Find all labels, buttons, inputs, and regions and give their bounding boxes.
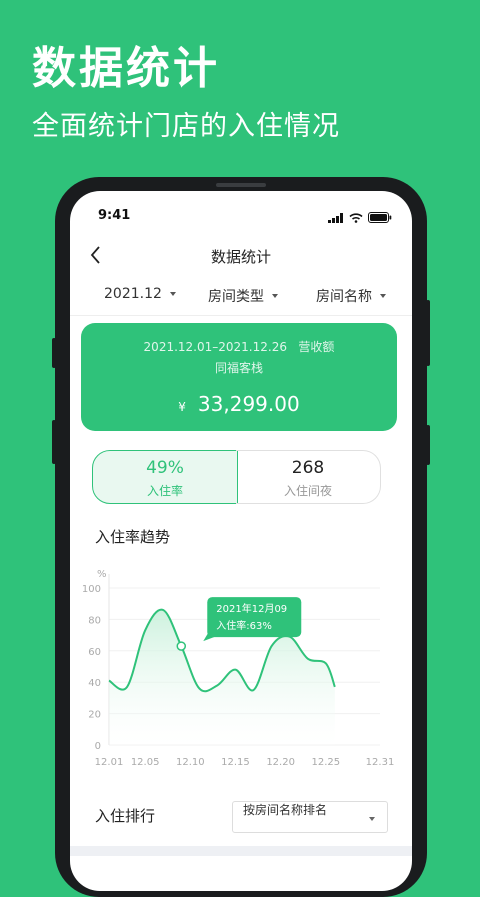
ranking-sort-select[interactable]: 按房间名称排名: [232, 801, 388, 833]
hero-subtitle: 全面统计门店的入住情况: [32, 111, 340, 142]
trend-title: 入住率趋势: [95, 528, 171, 546]
hero-title: 数据统计: [32, 43, 220, 94]
revenue-label: 营收额: [298, 340, 335, 354]
tooltip-date: 2021年12月09: [216, 602, 287, 615]
revenue-period: 2021.12.01–2021.12.26 营收额: [81, 338, 397, 355]
y-tick-label: 40: [88, 678, 101, 689]
occupancy-rate-value: 49%: [146, 458, 184, 478]
x-tick-label: 12.25: [311, 757, 340, 768]
ranking-sort-select-label: 按房间名称排名: [243, 803, 328, 817]
revenue-card: 2021.12.01–2021.12.26 营收额 同福客栈 ¥ 33,299.…: [81, 323, 397, 431]
room-nights-tab[interactable]: 268 入住间夜: [236, 450, 381, 504]
y-tick-label: 60: [88, 647, 101, 658]
signal-icon: [328, 208, 344, 227]
x-tick-label: 12.15: [221, 757, 250, 768]
room-nights-value: 268: [291, 458, 325, 478]
bottom-divider: [70, 846, 412, 856]
revenue-amount-row: ¥ 33,299.00: [81, 392, 397, 416]
page-title: 数据统计: [210, 248, 271, 266]
y-tick-label: 80: [88, 615, 101, 626]
room-type-filter-label: 房间类型: [208, 289, 264, 305]
x-tick-label: 12.01: [95, 757, 124, 768]
occupancy-rate-label: 入住率: [146, 484, 183, 498]
status-icons: [328, 208, 392, 227]
y-axis-unit: %: [97, 569, 107, 580]
phone-side-button: [426, 425, 430, 465]
y-tick-label: 20: [88, 710, 101, 721]
revenue-period-range: 2021.12.01–2021.12.26: [143, 340, 287, 354]
revenue-amount: 33,299.00: [197, 392, 300, 416]
tooltip-value: 入住率:63%: [216, 619, 272, 632]
room-type-filter[interactable]: 房间类型: [208, 286, 278, 306]
x-tick-label: 12.20: [266, 757, 295, 768]
occupancy-rate-tab[interactable]: 49% 入住率: [92, 450, 238, 504]
phone-side-button: [52, 338, 56, 368]
room-name-filter[interactable]: 房间名称: [316, 286, 386, 306]
ranking-title: 入住排行: [95, 807, 156, 825]
caret-down-icon: [369, 817, 375, 821]
month-filter[interactable]: 2021.12: [104, 286, 176, 302]
caret-down-icon: [380, 294, 386, 298]
occupancy-trend-chart: % 0 20 40 60 80 100 12.01 12.05 12.10 12.15 12.20 12…: [82, 569, 395, 768]
phone-speaker: [216, 183, 266, 187]
divider: [70, 315, 412, 316]
store-name: 同福客栈: [214, 361, 263, 375]
wifi-icon: [349, 208, 363, 227]
month-filter-label: 2021.12: [104, 286, 162, 302]
battery-icon: [368, 208, 392, 227]
currency-symbol: ¥: [178, 400, 186, 414]
caret-down-icon: [272, 294, 278, 298]
x-tick-label: 12.05: [131, 757, 160, 768]
caret-down-icon: [169, 292, 176, 296]
x-tick-label: 12.31: [366, 757, 395, 768]
y-tick-label: 100: [82, 584, 101, 595]
phone-screen: 9:41 数据统计 2021.12 房间类型 房间名称 2021.12.01–2…: [70, 191, 412, 891]
room-name-filter-label: 房间名称: [316, 289, 372, 305]
y-tick-label: 0: [95, 741, 101, 752]
x-tick-label: 12.10: [176, 757, 205, 768]
tooltip-point: [176, 641, 187, 651]
phone-side-button: [52, 420, 56, 464]
phone-side-button: [426, 300, 430, 366]
room-nights-label: 入住间夜: [283, 484, 332, 498]
filter-bar: 2021.12 房间类型 房间名称: [70, 286, 412, 308]
status-time: 9:41: [98, 208, 131, 223]
